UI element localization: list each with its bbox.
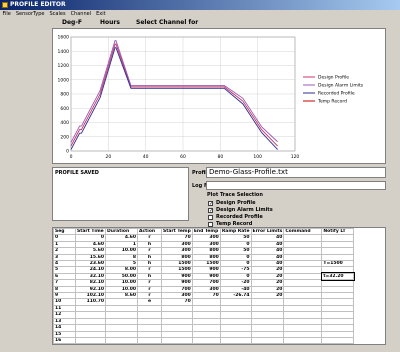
y-tick-label: 0	[66, 149, 69, 155]
profile-editor-window: PROFILE EDITOR File SensorType Scales Ch…	[0, 0, 400, 352]
table-row[interactable]: 17	[53, 343, 355, 344]
y-tick-label: 1600	[58, 35, 70, 41]
checkbox-label: Recorded Profile	[216, 214, 263, 220]
menu-channel[interactable]: Channel	[68, 10, 94, 19]
check-icon: ✓	[208, 200, 214, 207]
chart-svg: 0 200 400 600 800 1000 1200 1400 1600 0 20 40 60 80 10…	[58, 35, 364, 161]
profile-field[interactable]: Demo-Glass-Profile.txt	[206, 167, 386, 178]
time-unit-label: Hours	[100, 19, 120, 26]
column-header-7[interactable]: Error Limits	[250, 228, 285, 236]
menu-sensortype[interactable]: SensorType	[13, 10, 47, 19]
status-panel: PROFILE SAVED	[52, 167, 189, 221]
y-tick-label: 1000	[58, 77, 70, 83]
legend-label-3: Temp Record	[317, 99, 347, 105]
column-header-1[interactable]: Start Time	[75, 228, 106, 236]
menu-bar: File SensorType Scales Channel Exit	[0, 10, 400, 19]
checkbox-label: Design Profile	[216, 200, 256, 206]
legend-label-1: Design Alarm Limits	[318, 83, 364, 89]
y-tick-label: 600	[60, 106, 69, 112]
checkbox-empty-icon	[208, 221, 213, 227]
table-body: 0 0 4.60 r 70 300 50 40 1 4.60 1 h 300 300 0 40 2 5.60 10.…	[53, 234, 355, 344]
table-cell[interactable]	[105, 343, 138, 344]
column-header-5[interactable]: End Temp	[191, 228, 221, 236]
chart-header: Deg-F Hours Select Channel for	[0, 19, 400, 27]
title-bar[interactable]: PROFILE EDITOR	[0, 0, 400, 10]
y-tick-label: 400	[60, 120, 69, 126]
logfile-field[interactable]	[206, 181, 386, 190]
table-cell[interactable]	[321, 343, 355, 344]
table-header-row: Seg Start Time Duration Action Start Temp End…	[53, 228, 355, 236]
table-cell[interactable]	[219, 343, 252, 344]
design-alarm-limits-checkbox[interactable]: ✓ Design Alarm Limits	[208, 207, 273, 213]
design-profile-checkbox[interactable]: ✓ Design Profile	[208, 200, 256, 206]
profile-chart: 0 200 400 600 800 1000 1200 1400 1600 0 20 40 60 80 10…	[52, 28, 386, 164]
menu-exit[interactable]: Exit	[94, 10, 108, 19]
x-tick-label: 20	[105, 154, 111, 160]
column-header-6[interactable]: Ramp Rate	[219, 228, 252, 236]
menu-scales[interactable]: Scales	[47, 10, 68, 19]
table-cell[interactable]	[137, 343, 162, 344]
x-tick-label: 40	[143, 154, 149, 160]
x-tick-label: 120	[291, 154, 300, 160]
plot-trace-title: Plot Trace Selection	[207, 192, 263, 198]
channel-select-label[interactable]: Select Channel for	[136, 19, 198, 26]
table-cell[interactable]	[250, 343, 285, 344]
x-tick-label: 80	[217, 154, 223, 160]
table-cell[interactable]	[191, 343, 221, 344]
checkbox-label: Design Alarm Limits	[216, 207, 273, 213]
y-tick-label: 200	[60, 134, 69, 140]
table-cell[interactable]	[75, 343, 106, 344]
x-tick-label: 0	[70, 154, 73, 160]
checkbox-empty-icon	[208, 214, 213, 220]
x-tick-label: 100	[253, 154, 262, 160]
table-cell[interactable]: 17	[53, 343, 76, 344]
x-tick-label: 60	[180, 154, 186, 160]
app-icon	[2, 2, 8, 8]
y-tick-label: 1200	[58, 63, 70, 69]
table-cell[interactable]	[161, 343, 193, 344]
recorded-profile-checkbox[interactable]: Recorded Profile	[208, 214, 263, 220]
table-cell[interactable]	[283, 343, 323, 344]
window-title: PROFILE EDITOR	[10, 1, 66, 8]
segment-table: Seg Start Time Duration Action Start Temp End…	[52, 227, 386, 345]
legend-label-2: Recorded Profile	[318, 91, 355, 97]
check-icon: ✓	[208, 207, 214, 214]
unit-label: Deg-F	[62, 19, 82, 26]
column-header-4[interactable]: Start Temp	[161, 228, 193, 236]
menu-file[interactable]: File	[0, 10, 13, 19]
status-text: PROFILE SAVED	[55, 170, 99, 176]
legend-label-0: Design Profile	[318, 75, 349, 81]
y-tick-label: 800	[60, 92, 69, 98]
y-tick-label: 1400	[58, 49, 70, 55]
